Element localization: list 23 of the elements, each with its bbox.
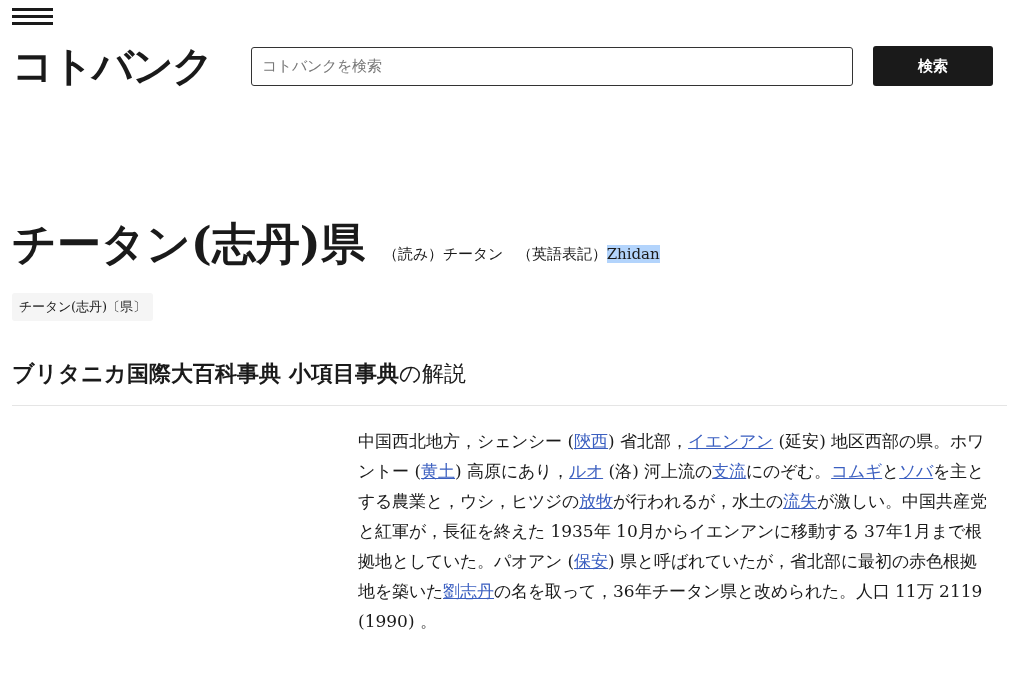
section-heading: ブリタニカ国際大百科事典 小項目事典の解説 [12,359,1007,406]
term-link[interactable]: コムギ [831,461,883,481]
menu-icon[interactable] [12,8,53,26]
english-label: （英語表記） [516,245,607,264]
keyword-tag: チータン(志丹)〔県〕 [12,293,154,321]
term-link[interactable]: 放牧 [579,491,613,511]
reading-text: チータン [442,245,503,264]
term-link[interactable]: 劉志丹 [443,581,494,601]
reading-label: （読み） [382,245,443,264]
term-link[interactable]: ソバ [899,461,934,481]
search-button[interactable]: 検索 [873,46,993,86]
term-link[interactable]: ルオ [569,461,604,481]
term-link[interactable]: 流失 [783,491,817,511]
english-text: Zhidan [606,245,660,263]
term-link[interactable]: 支流 [712,461,747,481]
term-link[interactable]: 黄土 [421,461,456,481]
site-logo[interactable]: コトバンク [12,45,251,87]
term-link[interactable]: イエンアン [688,431,774,451]
search-field[interactable]: コトバンクを検索 [251,46,853,86]
term-link[interactable]: 保安 [574,551,609,571]
entry-title: チータン(志丹)県 [12,217,365,271]
article-paragraph: 中国西北地方，シェンシー (陝西) 省北部，イエンアン (延安) 地区西部の県。ホワントー (黄土) 高原にあり，ルオ (洛) 河上流の支流にのぞむ。コムギと ソバを主とする農業と，ウシ，ヒツジの放牧が行われるが，水土の流失が激しい。中国共産党と紅軍が，長征を終えた 1935年 10月からイエンアンに移動する 37年1月まで根拠地としていた。パオアン (保安) 県と呼ばれていたが，省北部に最初の赤色根拠地を築いた劉志丹の名を取って，36年チータン県と改められた。人口 11万 2119 (1990) 。 [358,430,988,633]
term-link[interactable]: 陝西 [574,431,609,451]
